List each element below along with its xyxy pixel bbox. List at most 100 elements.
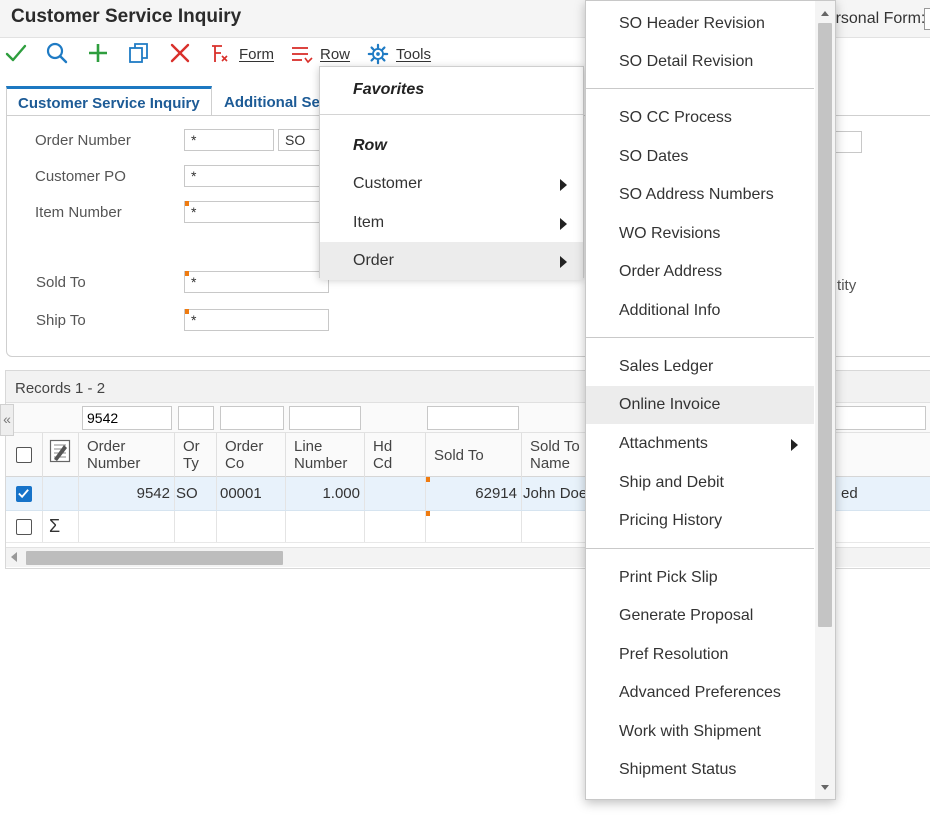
row-icon <box>292 47 313 64</box>
col-sold-to[interactable]: Sold To <box>425 433 521 477</box>
menu-item-shipment-status[interactable]: Shipment Status <box>586 751 814 787</box>
order-submenu: SO Header Revision SO Detail Revision SO… <box>585 0 836 800</box>
grid-settings-icon <box>49 439 71 463</box>
required-marker <box>185 271 189 276</box>
submenu-vertical-scrollbar[interactable] <box>815 1 835 799</box>
chevron-right-icon <box>560 218 567 230</box>
menu-item-order[interactable]: Order <box>320 242 583 280</box>
menu-item-customer[interactable]: Customer <box>320 165 583 203</box>
cell-sold-to: 62914 <box>475 485 517 502</box>
menu-item-label: Item <box>353 214 385 231</box>
menu-item-attachments[interactable]: Attachments <box>586 425 814 461</box>
qbe-sold-to-input[interactable] <box>427 406 519 430</box>
col-line-number[interactable]: Line Number <box>285 433 364 477</box>
col-hd-cd[interactable]: Hd Cd <box>364 433 425 477</box>
menu-item-ship-and-debit[interactable]: Ship and Debit <box>586 464 814 500</box>
total-row-checkbox[interactable] <box>16 519 32 535</box>
hidden-field-input[interactable] <box>832 131 862 153</box>
menu-item-print-pick-slip[interactable]: Print Pick Slip <box>586 559 814 595</box>
qbe-or-ty-input[interactable] <box>178 406 214 430</box>
chevron-right-icon <box>791 439 798 451</box>
menu-item-pref-resolution[interactable]: Pref Resolution <box>586 636 814 672</box>
checkmark-icon <box>18 489 29 499</box>
page-title: Customer Service Inquiry <box>11 6 242 27</box>
ship-to-label: Ship To <box>36 312 86 329</box>
col-order-number[interactable]: Order Number <box>78 433 174 477</box>
cell-sold-to-name: John Doe <box>523 485 588 502</box>
form-icon <box>212 45 228 62</box>
qbe-order-number-input[interactable] <box>82 406 172 430</box>
grid-settings-cell[interactable] <box>42 433 78 477</box>
sold-to-input[interactable] <box>184 271 329 293</box>
cell-or-ty: SO <box>176 485 198 502</box>
menu-item-so-detail-revision[interactable]: SO Detail Revision <box>586 43 814 79</box>
qbe-line-number-input[interactable] <box>289 406 361 430</box>
check-icon[interactable] <box>4 41 28 65</box>
collapse-panel-handle[interactable]: « <box>0 404 14 436</box>
required-marker <box>426 511 430 516</box>
required-marker <box>185 201 189 206</box>
row-checkbox[interactable] <box>16 486 32 502</box>
copy-icon[interactable] <box>127 41 151 65</box>
records-count: Records 1 - 2 <box>15 380 106 397</box>
menu-separator <box>586 337 814 338</box>
menu-item-so-address-numbers[interactable]: SO Address Numbers <box>586 176 814 212</box>
tab-customer-service-inquiry[interactable]: Customer Service Inquiry <box>6 86 212 116</box>
qbe-order-co-input[interactable] <box>220 406 284 430</box>
menu-row-header: Row <box>353 137 387 154</box>
menu-item-label: Attachments <box>619 435 708 452</box>
menu-item-advanced-preferences[interactable]: Advanced Preferences <box>586 674 814 710</box>
menu-item-label: Order <box>353 252 394 269</box>
plus-icon[interactable] <box>86 41 110 65</box>
horizontal-scroll-thumb[interactable] <box>26 551 283 565</box>
select-all-checkbox[interactable] <box>16 447 32 463</box>
item-number-label: Item Number <box>35 204 122 221</box>
menu-favorites-header[interactable]: Favorites <box>320 71 583 109</box>
row-menu-label: Row <box>320 45 351 63</box>
form-menu-button[interactable]: Form <box>209 42 274 66</box>
menu-item-so-dates[interactable]: SO Dates <box>586 138 814 174</box>
cell-order-co: 00001 <box>220 485 262 502</box>
col-order-co[interactable]: Order Co <box>216 433 285 477</box>
ship-to-input[interactable] <box>184 309 329 331</box>
menu-item-wo-revisions[interactable]: WO Revisions <box>586 215 814 251</box>
menu-separator <box>320 114 583 115</box>
col-or-ty[interactable]: Or Ty <box>174 433 216 477</box>
menu-item-online-invoice[interactable]: Online Invoice <box>586 386 814 424</box>
tab-additional-selections[interactable]: Additional Se <box>213 86 333 116</box>
menu-item-so-cc-process[interactable]: SO CC Process <box>586 99 814 135</box>
menu-item-additional-info[interactable]: Additional Info <box>586 292 814 328</box>
cell-status: ed <box>841 485 858 502</box>
tools-menu-button[interactable]: Tools <box>366 42 431 66</box>
sold-to-label: Sold To <box>36 274 86 291</box>
menu-item-generate-proposal[interactable]: Generate Proposal <box>586 597 814 633</box>
chevron-right-icon <box>560 256 567 268</box>
menu-separator <box>586 88 814 89</box>
scroll-down-icon[interactable] <box>821 785 829 790</box>
form-menu-label: Form <box>239 45 274 63</box>
customer-po-input[interactable] <box>184 165 329 187</box>
scroll-left-icon[interactable] <box>11 552 17 562</box>
submenu-scroll-thumb[interactable] <box>818 23 832 627</box>
required-marker <box>185 309 189 314</box>
menu-item-order-address[interactable]: Order Address <box>586 253 814 289</box>
row-menu-button[interactable]: Row <box>290 42 350 66</box>
menu-separator <box>586 548 814 549</box>
cell-line-number: 1.000 <box>322 485 360 502</box>
menu-item-sales-ledger[interactable]: Sales Ledger <box>586 348 814 384</box>
close-icon[interactable] <box>168 41 192 65</box>
row-menu-dropdown: Favorites Row Customer Item Order <box>319 66 584 280</box>
customer-po-label: Customer PO <box>35 168 126 185</box>
menu-item-pricing-history[interactable]: Pricing History <box>586 502 814 538</box>
search-icon[interactable] <box>45 41 69 65</box>
sum-icon: Σ <box>49 516 61 536</box>
tools-gear-icon <box>367 43 389 65</box>
col-sold-to-name[interactable]: Sold To Name <box>521 433 591 477</box>
personal-form-select[interactable] <box>924 8 930 30</box>
order-number-input[interactable] <box>184 129 274 151</box>
menu-item-so-header-revision[interactable]: SO Header Revision <box>586 5 814 41</box>
item-number-input[interactable] <box>184 201 329 223</box>
menu-item-work-with-shipment[interactable]: Work with Shipment <box>586 713 814 749</box>
scroll-up-icon[interactable] <box>821 11 829 16</box>
menu-item-item[interactable]: Item <box>320 204 583 242</box>
